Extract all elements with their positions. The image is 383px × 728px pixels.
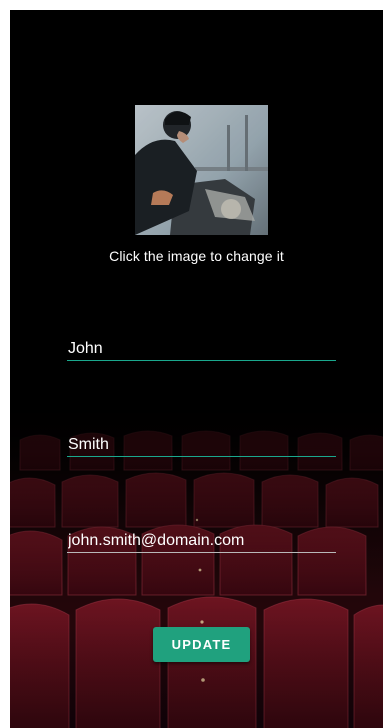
change-image-hint: Click the image to change it [109,248,284,264]
first-name-input[interactable] [68,340,333,358]
email-input[interactable] [68,532,333,550]
update-button[interactable]: UPDATE [153,627,250,662]
profile-image[interactable] [135,105,268,235]
first-name-field[interactable] [67,332,336,361]
last-name-field[interactable] [67,428,336,457]
email-field[interactable] [67,524,336,553]
app-screen: Click the image to change it UPDATE [10,10,383,728]
profile-photo [135,105,268,235]
last-name-input[interactable] [68,436,333,454]
